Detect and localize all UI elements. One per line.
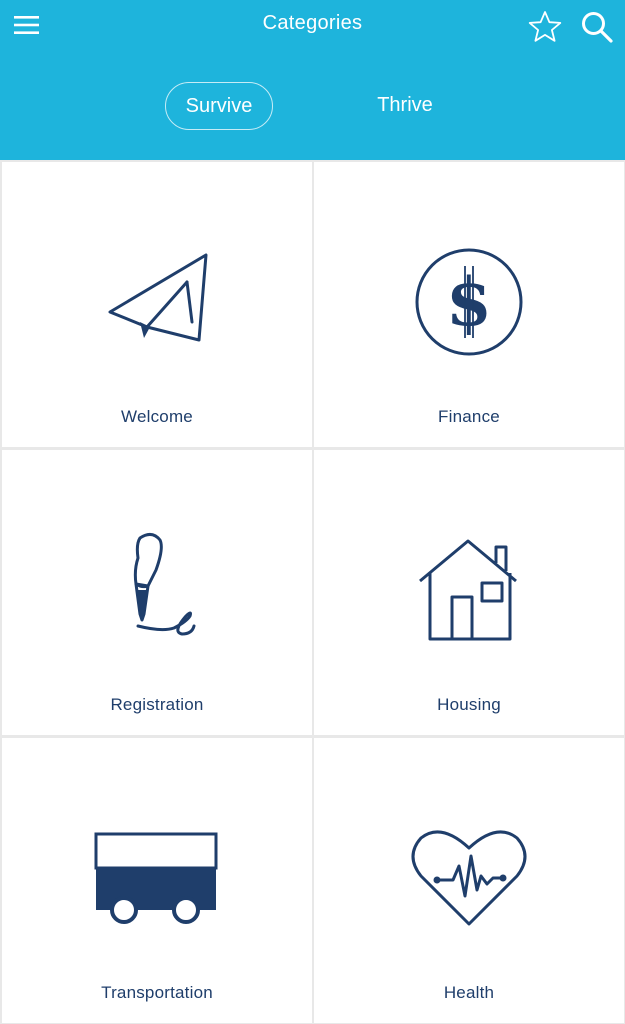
fountain-pen-icon bbox=[133, 533, 196, 636]
category-label: Transportation bbox=[101, 983, 213, 1002]
heart-pulse-icon bbox=[411, 830, 527, 926]
category-label: Health bbox=[443, 983, 495, 1002]
category-grid: Welcome $ Finance Registration Housing T… bbox=[0, 160, 625, 1024]
category-tile-finance[interactable]: $ Finance bbox=[314, 162, 624, 447]
favorites-button[interactable] bbox=[526, 8, 564, 46]
star-icon bbox=[528, 11, 562, 42]
search-button[interactable] bbox=[578, 8, 616, 46]
bus-icon bbox=[94, 832, 218, 924]
category-tile-transportation[interactable]: Transportation bbox=[2, 738, 312, 1023]
category-tile-housing[interactable]: Housing bbox=[314, 450, 624, 735]
tab-survive[interactable]: Survive bbox=[165, 82, 273, 130]
paper-plane-icon bbox=[108, 253, 208, 342]
category-label: Registration bbox=[110, 695, 204, 714]
house-icon bbox=[419, 539, 517, 641]
category-label: Welcome bbox=[121, 407, 193, 426]
dollar-coin-icon: $ bbox=[415, 248, 523, 356]
tab-thrive[interactable]: Thrive bbox=[355, 82, 455, 130]
category-tile-welcome[interactable]: Welcome bbox=[2, 162, 312, 447]
svg-text:$: $ bbox=[446, 263, 492, 341]
category-tile-health[interactable]: Health bbox=[314, 738, 624, 1023]
app-header: Categories Survive Thrive bbox=[0, 0, 625, 160]
category-tile-registration[interactable]: Registration bbox=[2, 450, 312, 735]
category-label: Housing bbox=[437, 695, 501, 714]
search-icon bbox=[582, 12, 613, 43]
category-label: Finance bbox=[438, 407, 500, 426]
